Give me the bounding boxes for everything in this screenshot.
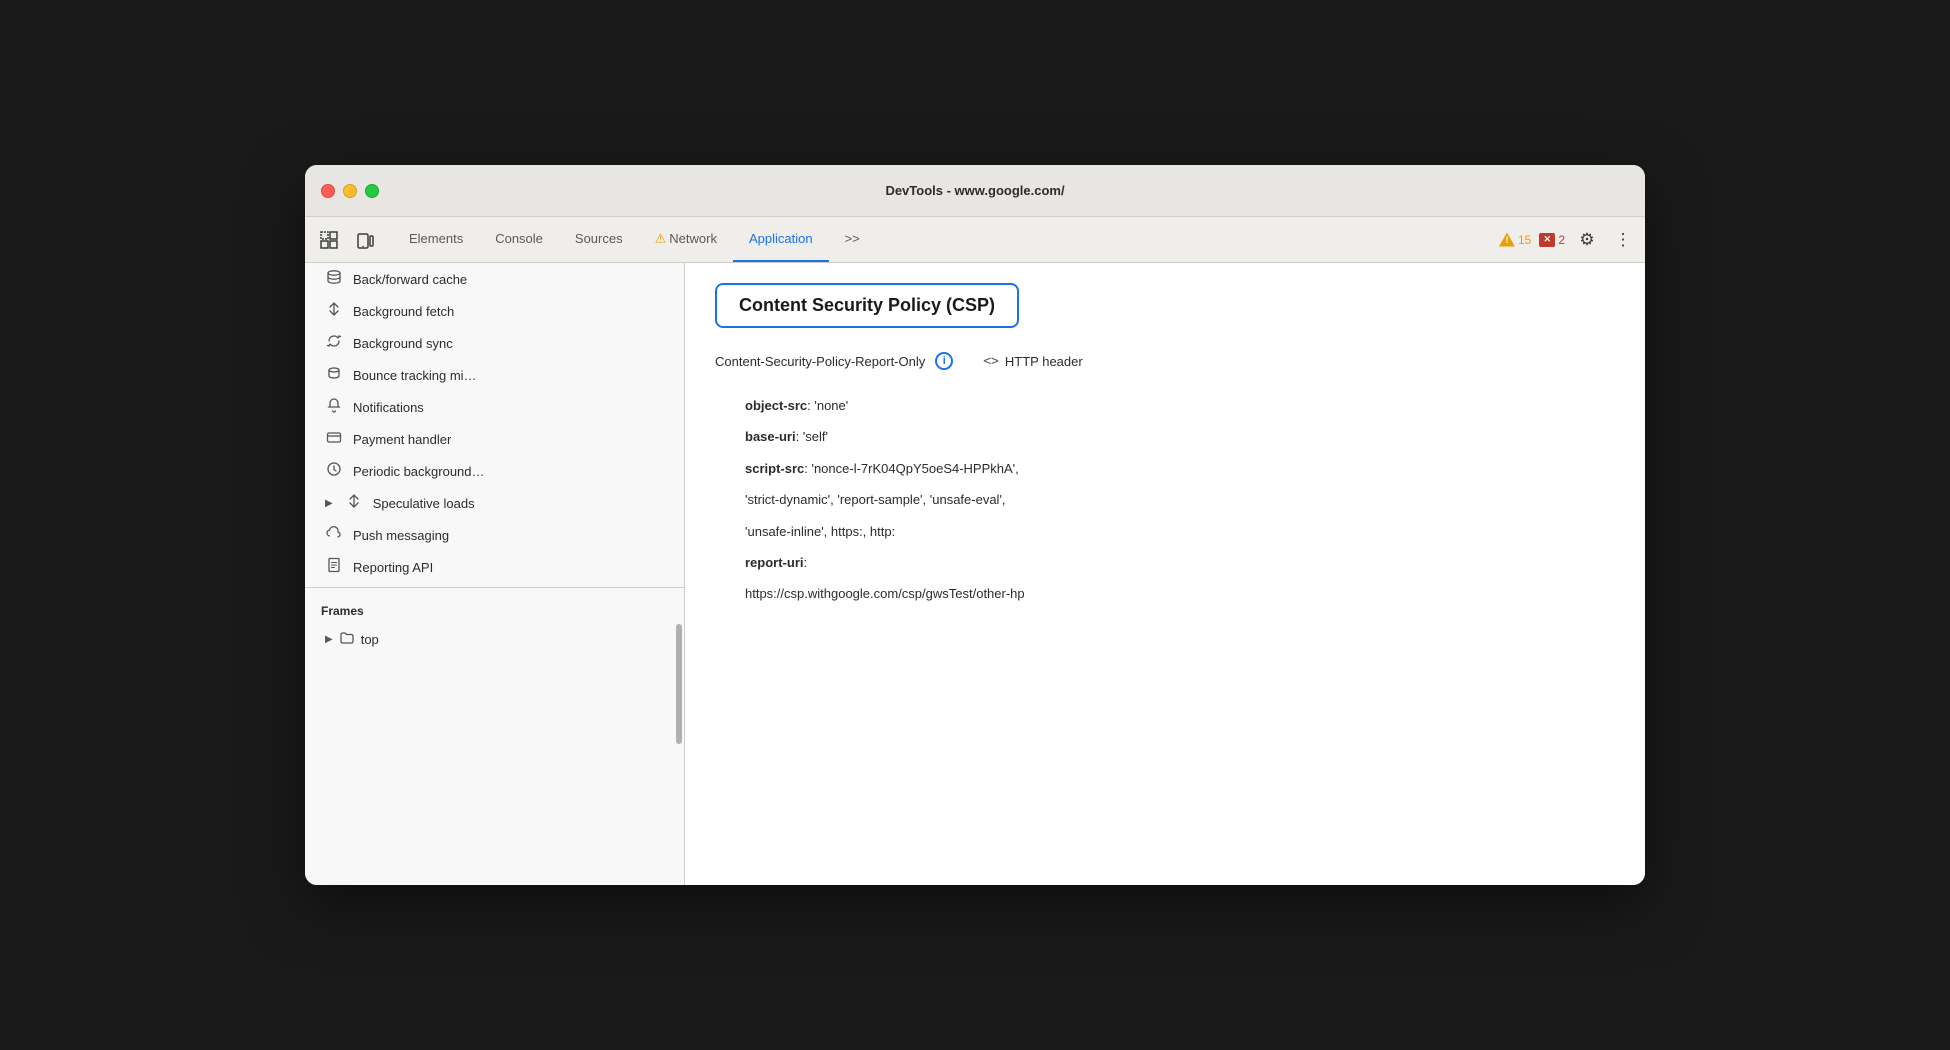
background-fetch-label: Background fetch [353,304,454,319]
http-header-label: <> HTTP header [983,354,1082,369]
tab-elements[interactable]: Elements [393,217,479,262]
window-title: DevTools - www.google.com/ [885,183,1064,198]
sync-icon [325,333,343,353]
periodic-background-label: Periodic background… [353,464,485,479]
sidebar-scrollbar-track[interactable] [676,263,682,865]
frames-top-label: top [361,632,379,647]
sidebar-item-speculative-loads[interactable]: ▶ Speculative loads [305,487,684,519]
directive-strict-dynamic: 'strict-dynamic', 'report-sample', 'unsa… [745,488,1615,511]
sidebar-item-background-sync[interactable]: Background sync [305,327,684,359]
bounce-tracking-label: Bounce tracking mi… [353,368,477,383]
title-bar: DevTools - www.google.com/ [305,165,1645,217]
warning-badge[interactable]: ! 15 [1499,233,1531,247]
speculative-loads-icon [345,493,363,513]
policy-row: Content-Security-Policy-Report-Only i <>… [715,352,1615,370]
warning-icon: ! [1499,233,1515,247]
database-icon [325,269,343,289]
bounce-tracking-icon [325,365,343,385]
info-icon[interactable]: i [935,352,953,370]
sidebar-item-frames-top[interactable]: ▶ top [305,624,684,655]
tab-console[interactable]: Console [479,217,559,262]
directive-value-report-uri-colon: : [804,555,808,570]
tab-list: Elements Console Sources ⚠ Network Appli… [393,217,1499,262]
error-badge[interactable]: ✕ 2 [1539,233,1565,247]
tab-application[interactable]: Application [733,217,829,262]
error-icon: ✕ [1539,233,1555,247]
clock-icon [325,461,343,481]
sidebar-item-bounce-tracking[interactable]: Bounce tracking mi… [305,359,684,391]
sidebar-divider [305,587,684,588]
directive-value-strict-dynamic: 'strict-dynamic', 'report-sample', 'unsa… [745,492,1006,507]
directive-report-uri: report-uri: [745,551,1615,574]
frames-expand-icon: ▶ [325,634,333,645]
tab-sources[interactable]: Sources [559,217,639,262]
traffic-lights [321,184,379,198]
directive-base-uri: base-uri: 'self' [745,425,1615,448]
directive-value-script-src: : 'nonce-l-7rK04QpY5oeS4-HPPkhA', [804,461,1019,476]
csp-title: Content Security Policy (CSP) [739,295,995,315]
http-header-text: HTTP header [1005,354,1083,369]
settings-icon[interactable]: ⚙ [1573,226,1601,254]
main-content: Back/forward cache Background fetch Back… [305,263,1645,885]
policy-directives: object-src: 'none' base-uri: 'self' scri… [715,386,1615,606]
more-options-icon[interactable]: ⋮ [1609,226,1637,254]
policy-label: Content-Security-Policy-Report-Only [715,354,925,369]
more-tabs-button[interactable]: >> [829,217,876,262]
notifications-label: Notifications [353,400,424,415]
sidebar-item-notifications[interactable]: Notifications [305,391,684,423]
bell-icon [325,397,343,417]
speculative-loads-label: Speculative loads [373,496,475,511]
directive-key-script-src: script-src [745,461,804,476]
frames-section-header: Frames [305,592,684,624]
background-sync-label: Background sync [353,336,453,351]
directive-key-object-src: object-src [745,398,807,413]
directive-object-src: object-src: 'none' [745,394,1615,417]
directive-key-report-uri: report-uri [745,555,804,570]
close-button[interactable] [321,184,335,198]
back-forward-cache-label: Back/forward cache [353,272,467,287]
upload-download-icon [325,301,343,321]
toolbar-icon-group [313,224,381,256]
inspect-icon[interactable] [313,224,345,256]
cloud-icon [325,525,343,545]
speculative-loads-expand-icon: ▶ [325,498,333,509]
sidebar-scrollbar-thumb[interactable] [676,624,682,744]
minimize-button[interactable] [343,184,357,198]
sidebar-item-back-forward-cache[interactable]: Back/forward cache [305,263,684,295]
sidebar-item-background-fetch[interactable]: Background fetch [305,295,684,327]
directive-report-uri-value: https://csp.withgoogle.com/csp/gwsTest/o… [745,582,1615,605]
directive-unsafe-inline: 'unsafe-inline', https:, http: [745,520,1615,543]
sidebar-item-push-messaging[interactable]: Push messaging [305,519,684,551]
directive-key-base-uri: base-uri [745,429,796,444]
tab-network[interactable]: ⚠ Network [639,217,733,262]
reporting-api-label: Reporting API [353,560,433,575]
directive-value-report-uri-url: https://csp.withgoogle.com/csp/gwsTest/o… [745,586,1025,601]
sidebar-item-reporting-api[interactable]: Reporting API [305,551,684,583]
directive-value-base-uri: : 'self' [796,429,828,444]
push-messaging-label: Push messaging [353,528,449,543]
sidebar-item-periodic-background[interactable]: Periodic background… [305,455,684,487]
folder-icon [339,630,355,649]
payment-icon [325,429,343,449]
csp-title-box: Content Security Policy (CSP) [715,283,1019,328]
network-warning-icon: ⚠ [655,231,667,247]
angle-brackets-icon: <> [983,354,999,369]
sidebar: Back/forward cache Background fetch Back… [305,263,685,885]
sidebar-item-payment-handler[interactable]: Payment handler [305,423,684,455]
device-toolbar-icon[interactable] [349,224,381,256]
directive-value-object-src: : 'none' [807,398,848,413]
devtools-window: DevTools - www.google.com/ [305,165,1645,885]
content-panel: Content Security Policy (CSP) Content-Se… [685,263,1645,885]
payment-handler-label: Payment handler [353,432,451,447]
directive-script-src: script-src: 'nonce-l-7rK04QpY5oeS4-HPPkh… [745,457,1615,480]
toolbar: Elements Console Sources ⚠ Network Appli… [305,217,1645,263]
maximize-button[interactable] [365,184,379,198]
toolbar-right: ! 15 ✕ 2 ⚙ ⋮ [1499,226,1637,254]
document-icon [325,557,343,577]
directive-value-unsafe-inline: 'unsafe-inline', https:, http: [745,524,895,539]
